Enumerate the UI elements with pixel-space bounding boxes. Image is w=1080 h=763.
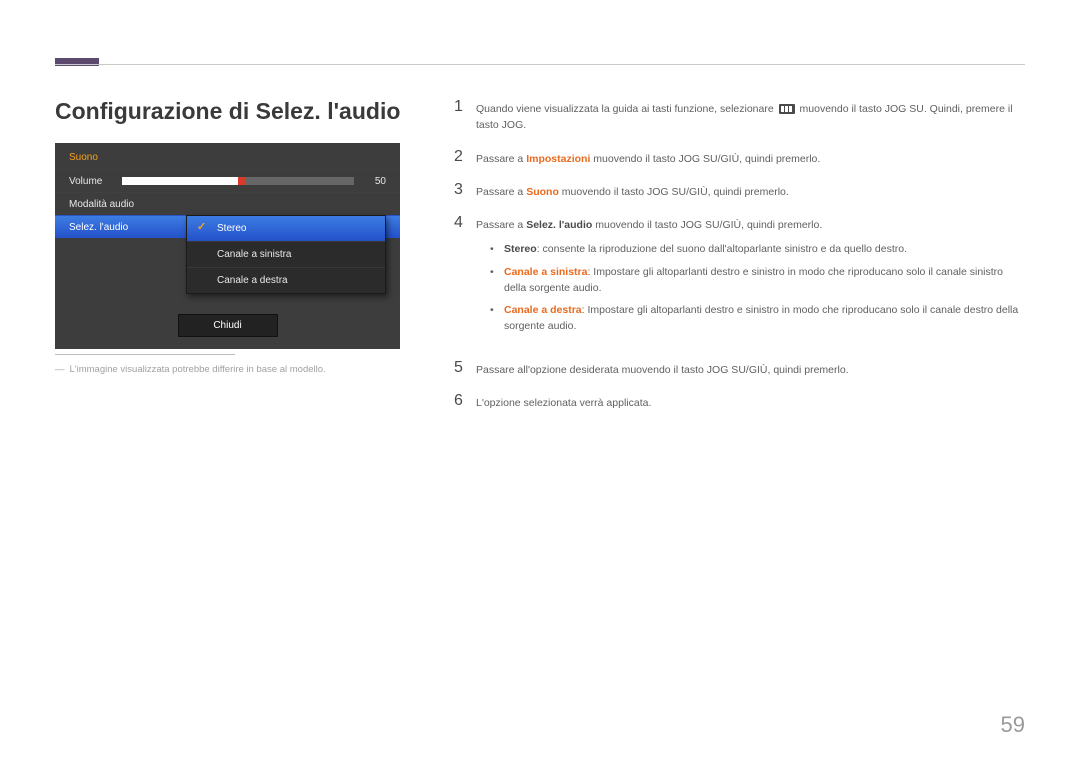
step-text: muovendo il tasto JOG SU/GIÙ, quindi pre… bbox=[590, 153, 820, 165]
step-number: 3 bbox=[454, 181, 476, 199]
step-2: 2 Passare a Impostazioni muovendo il tas… bbox=[454, 148, 1025, 167]
step-highlight: Impostazioni bbox=[526, 153, 590, 165]
footnote-dash: ― bbox=[55, 364, 65, 375]
step-text: Passare a bbox=[476, 219, 526, 231]
check-icon: ✓ bbox=[197, 223, 206, 232]
osd-panel: Suono Volume 50 Modalità audio Selez. l'… bbox=[55, 143, 400, 349]
osd-menu-title: Suono bbox=[55, 144, 400, 169]
osd-mode-label: Modalità audio bbox=[69, 199, 134, 210]
step-text: Passare a bbox=[476, 153, 526, 165]
step-number: 2 bbox=[454, 148, 476, 166]
osd-sub-label: Canale a destra bbox=[217, 275, 288, 286]
volume-fill bbox=[122, 177, 238, 185]
volume-slider[interactable] bbox=[122, 177, 354, 185]
step-number: 4 bbox=[454, 214, 476, 232]
osd-row-mode[interactable]: Modalità audio bbox=[55, 192, 400, 215]
osd-sub-left[interactable]: Canale a sinistra bbox=[187, 242, 385, 268]
step-body: Passare a Selez. l'audio muovendo il tas… bbox=[476, 214, 1025, 345]
step-6: 6 L'opzione selezionata verrà applicata. bbox=[454, 392, 1025, 411]
osd-volume-value: 50 bbox=[364, 176, 386, 187]
step-5: 5 Passare all'opzione desiderata muovend… bbox=[454, 359, 1025, 378]
osd-sub-label: Stereo bbox=[217, 223, 246, 234]
option-item: Canale a sinistra: Impostare gli altopar… bbox=[490, 264, 1025, 297]
step-highlight: Suono bbox=[526, 186, 559, 198]
step-text: Passare a bbox=[476, 186, 526, 198]
step-number: 5 bbox=[454, 359, 476, 377]
osd-volume-label: Volume bbox=[69, 176, 102, 187]
osd-submenu: ✓ Stereo Canale a sinistra Canale a dest… bbox=[186, 215, 386, 294]
option-label: Canale a sinistra bbox=[504, 266, 587, 278]
footnote-text: L'immagine visualizzata potrebbe differi… bbox=[70, 364, 326, 375]
osd-close-row: Chiudi bbox=[55, 306, 400, 349]
volume-marker bbox=[238, 177, 245, 185]
steps-list: 1 Quando viene visualizzata la guida ai … bbox=[454, 98, 1025, 425]
step-1: 1 Quando viene visualizzata la guida ai … bbox=[454, 98, 1025, 134]
step-text: Quando viene visualizzata la guida ai ta… bbox=[476, 103, 777, 115]
close-button[interactable]: Chiudi bbox=[178, 314, 278, 337]
footnote-divider bbox=[55, 354, 235, 355]
osd-sub-right[interactable]: Canale a destra bbox=[187, 268, 385, 293]
step-body: Passare a Impostazioni muovendo il tasto… bbox=[476, 148, 1025, 167]
page-title: Configurazione di Selez. l'audio bbox=[55, 98, 400, 125]
page-number: 59 bbox=[1001, 712, 1025, 738]
option-text: : consente la riproduzione del suono dal… bbox=[537, 243, 907, 255]
step-text: muovendo il tasto JOG SU/GIÙ, quindi pre… bbox=[592, 219, 822, 231]
step-body: Quando viene visualizzata la guida ai ta… bbox=[476, 98, 1025, 134]
menu-icon bbox=[779, 104, 795, 114]
step-body: L'opzione selezionata verrà applicata. bbox=[476, 392, 1025, 411]
step-text: muovendo il tasto JOG SU/GIÙ, quindi pre… bbox=[559, 186, 789, 198]
footnote: ― L'immagine visualizzata potrebbe differ… bbox=[55, 364, 400, 375]
option-item: Canale a destra: Impostare gli altoparla… bbox=[490, 302, 1025, 335]
step-bold: Selez. l'audio bbox=[526, 219, 592, 231]
osd-select-label: Selez. l'audio bbox=[69, 222, 128, 233]
option-item: Stereo: consente la riproduzione del suo… bbox=[490, 241, 1025, 257]
step-number: 1 bbox=[454, 98, 476, 116]
options-list: Stereo: consente la riproduzione del suo… bbox=[476, 241, 1025, 334]
osd-sub-label: Canale a sinistra bbox=[217, 249, 291, 260]
osd-row-volume[interactable]: Volume 50 bbox=[55, 169, 400, 192]
step-number: 6 bbox=[454, 392, 476, 410]
option-label: Stereo bbox=[504, 243, 537, 255]
step-3: 3 Passare a Suono muovendo il tasto JOG … bbox=[454, 181, 1025, 200]
step-4: 4 Passare a Selez. l'audio muovendo il t… bbox=[454, 214, 1025, 345]
osd-sub-stereo[interactable]: ✓ Stereo bbox=[187, 216, 385, 242]
option-text: : Impostare gli altoparlanti destro e si… bbox=[504, 304, 1018, 332]
step-body: Passare a Suono muovendo il tasto JOG SU… bbox=[476, 181, 1025, 200]
option-label: Canale a destra bbox=[504, 304, 582, 316]
step-body: Passare all'opzione desiderata muovendo … bbox=[476, 359, 1025, 378]
header-divider bbox=[55, 64, 1025, 65]
